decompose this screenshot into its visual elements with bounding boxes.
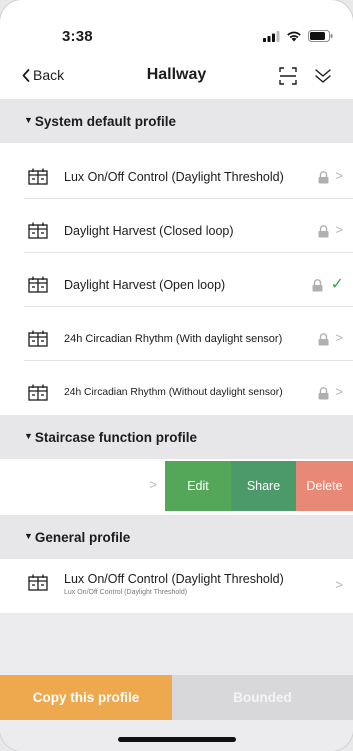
list-item-label: Lux On/Off Control (Daylight Threshold) [64, 170, 284, 184]
chevron-right-icon: > [149, 477, 157, 492]
section-header-general[interactable]: ▼ General profile [0, 515, 353, 559]
cellular-signal-icon [263, 30, 280, 42]
chevron-left-icon [22, 68, 30, 82]
double-chevron-down-icon [315, 69, 331, 83]
row-divider [24, 360, 353, 361]
section-header-system-default[interactable]: ▼ System default profile [0, 99, 353, 143]
profile-schedule-icon [28, 276, 48, 293]
collapse-triangle-icon: ▼ [24, 531, 33, 541]
swiped-list-item[interactable]: > Edit Share Delete [0, 461, 353, 511]
collapse-button[interactable] [312, 65, 334, 87]
scan-icon [279, 67, 297, 85]
chevron-right-icon: > [335, 168, 343, 183]
section-title: System default profile [34, 113, 176, 129]
profile-schedule-icon [28, 574, 48, 591]
back-label: Back [33, 67, 65, 83]
bounded-button[interactable]: Bounded [172, 675, 353, 720]
row-divider [24, 306, 353, 307]
home-indicator[interactable] [118, 737, 236, 742]
collapse-triangle-icon: ▼ [24, 115, 33, 125]
lock-icon [318, 387, 329, 400]
list-item-content[interactable]: > [0, 461, 165, 511]
section-title: General profile [34, 529, 131, 545]
empty-area [0, 613, 353, 675]
copy-profile-button[interactable]: Copy this profile [0, 675, 172, 720]
delete-button[interactable]: Delete [296, 461, 353, 511]
list-item[interactable]: Lux On/Off Control (Daylight Threshold) … [0, 155, 353, 199]
list-item-label: 24h Circadian Rhythm (Without daylight s… [64, 387, 283, 398]
list-item[interactable]: 24h Circadian Rhythm (With daylight sens… [0, 317, 353, 361]
section-spacer [0, 143, 353, 155]
edit-button[interactable]: Edit [165, 461, 231, 511]
navigation-bar: Back Hallway [0, 48, 353, 100]
status-bar: 3:38 [0, 0, 353, 48]
lock-icon [318, 171, 329, 184]
lock-icon [312, 279, 323, 292]
list-item[interactable]: Lux On/Off Control (Daylight Threshold) … [0, 559, 353, 613]
system-icons [263, 30, 333, 42]
list-item-label: Daylight Harvest (Closed loop) [64, 224, 234, 238]
chevron-right-icon: > [335, 222, 343, 237]
wifi-icon [287, 31, 301, 42]
list-item-label: 24h Circadian Rhythm (With daylight sens… [64, 333, 283, 345]
list-item-label: Lux On/Off Control (Daylight Threshold) [64, 572, 284, 586]
list-item-sublabel: Lux On/Off Control (Daylight Threshold) [64, 589, 188, 596]
profile-schedule-icon [28, 330, 48, 347]
status-time: 3:38 [62, 28, 93, 45]
section-header-staircase[interactable]: ▼ Staircase function profile [0, 415, 353, 459]
chevron-right-icon: > [335, 330, 343, 345]
collapse-triangle-icon: ▼ [24, 431, 33, 441]
row-divider [24, 198, 353, 199]
chevron-right-icon: > [335, 384, 343, 399]
profile-schedule-icon [28, 168, 48, 185]
list-item-label: Daylight Harvest (Open loop) [64, 278, 226, 292]
checkmark-icon: ✓ [330, 276, 344, 293]
row-divider [24, 252, 353, 253]
profile-schedule-icon [28, 384, 48, 401]
list-item[interactable]: 24h Circadian Rhythm (Without daylight s… [0, 371, 353, 415]
list-item[interactable]: Daylight Harvest (Open loop) ✓ [0, 263, 353, 307]
battery-icon [308, 30, 333, 42]
lock-icon [318, 333, 329, 346]
profile-schedule-icon [28, 222, 48, 239]
home-indicator-area [0, 720, 353, 751]
share-button[interactable]: Share [231, 461, 296, 511]
chevron-right-icon: > [335, 577, 343, 592]
section-title: Staircase function profile [34, 429, 197, 445]
bottom-action-bar: Copy this profile Bounded [0, 675, 353, 720]
list-item[interactable]: Daylight Harvest (Closed loop) > [0, 209, 353, 253]
back-button[interactable]: Back [22, 67, 64, 83]
lock-icon [318, 225, 329, 238]
scan-button[interactable] [277, 65, 299, 87]
page-title: Hallway [146, 66, 207, 83]
phone-screen: 3:38 Back Hallway ▼ System default profi… [0, 0, 353, 751]
